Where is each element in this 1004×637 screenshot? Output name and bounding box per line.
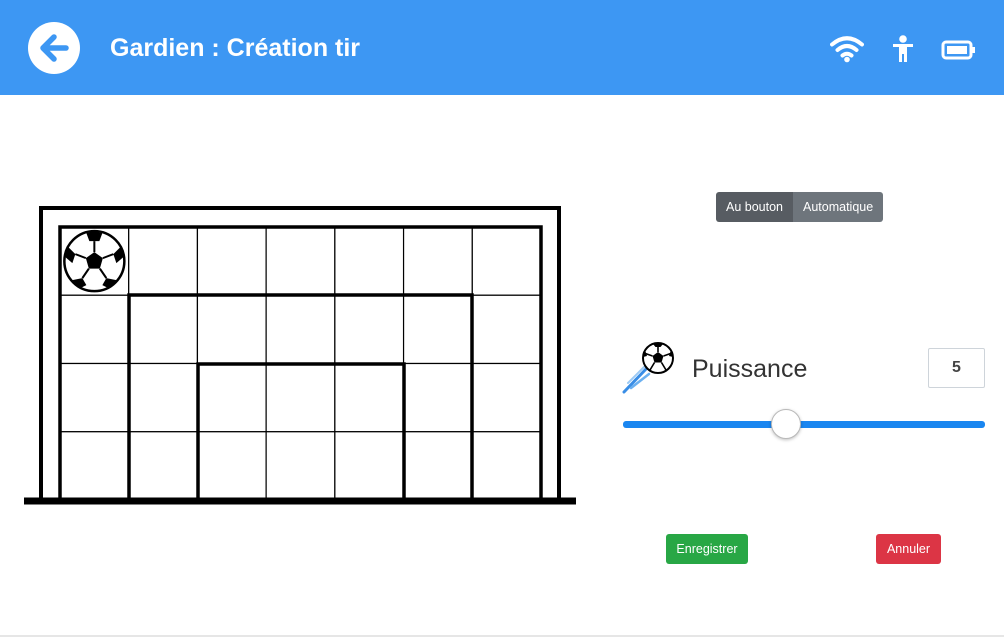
goal-cell[interactable]: [128, 362, 199, 433]
goal-cell[interactable]: [59, 431, 130, 501]
goal-cell[interactable]: [402, 226, 473, 296]
person-icon: [893, 35, 913, 62]
power-slider-thumb[interactable]: [770, 409, 801, 439]
mode-button-automatique[interactable]: Automatique: [793, 192, 884, 222]
goal-cell[interactable]: [402, 362, 473, 433]
goal-cell[interactable]: [265, 362, 336, 433]
goal-cell[interactable]: [471, 362, 542, 433]
page-title: Gardien : Création tir: [110, 34, 361, 62]
goal-target-grid[interactable]: [24, 205, 576, 507]
power-slider-track[interactable]: [623, 421, 985, 428]
goal-cell[interactable]: [128, 226, 199, 296]
goal-cell[interactable]: [471, 226, 542, 296]
app-header: Gardien : Création tir: [0, 0, 1004, 95]
goal-cell[interactable]: [471, 294, 542, 365]
goal-cell[interactable]: [402, 431, 473, 501]
goal-cell[interactable]: [128, 431, 199, 501]
goal-cell[interactable]: [265, 226, 336, 296]
soccer-ball-icon: [63, 229, 126, 293]
mode-toggle: Au bouton Automatique: [716, 192, 884, 222]
goal-cell[interactable]: [196, 362, 267, 433]
power-label: Puissance: [692, 355, 808, 383]
goal-cell[interactable]: [334, 362, 405, 433]
battery-icon: [941, 40, 975, 60]
goal-cell[interactable]: [196, 294, 267, 365]
kicked-ball-icon: [622, 342, 674, 394]
goal-cell[interactable]: [265, 294, 336, 365]
power-value-input[interactable]: 5: [928, 348, 985, 388]
back-button[interactable]: [28, 22, 80, 74]
arrow-left-icon: [40, 34, 69, 62]
goal-cell[interactable]: [59, 362, 130, 433]
goal-cell[interactable]: [334, 431, 405, 501]
save-button[interactable]: Enregistrer: [666, 534, 748, 564]
goal-cell[interactable]: [265, 431, 336, 501]
goal-cell[interactable]: [59, 294, 130, 365]
mode-button-au-bouton[interactable]: Au bouton: [716, 192, 793, 222]
wifi-icon: [830, 36, 864, 63]
goal-cell[interactable]: [334, 226, 405, 296]
cancel-button[interactable]: Annuler: [876, 534, 941, 564]
goal-cell[interactable]: [128, 294, 199, 365]
goal-cell[interactable]: [196, 226, 267, 296]
goal-cell[interactable]: [471, 431, 542, 501]
goal-cell[interactable]: [196, 431, 267, 501]
goal-cell[interactable]: [402, 294, 473, 365]
goal-cell[interactable]: [334, 294, 405, 365]
